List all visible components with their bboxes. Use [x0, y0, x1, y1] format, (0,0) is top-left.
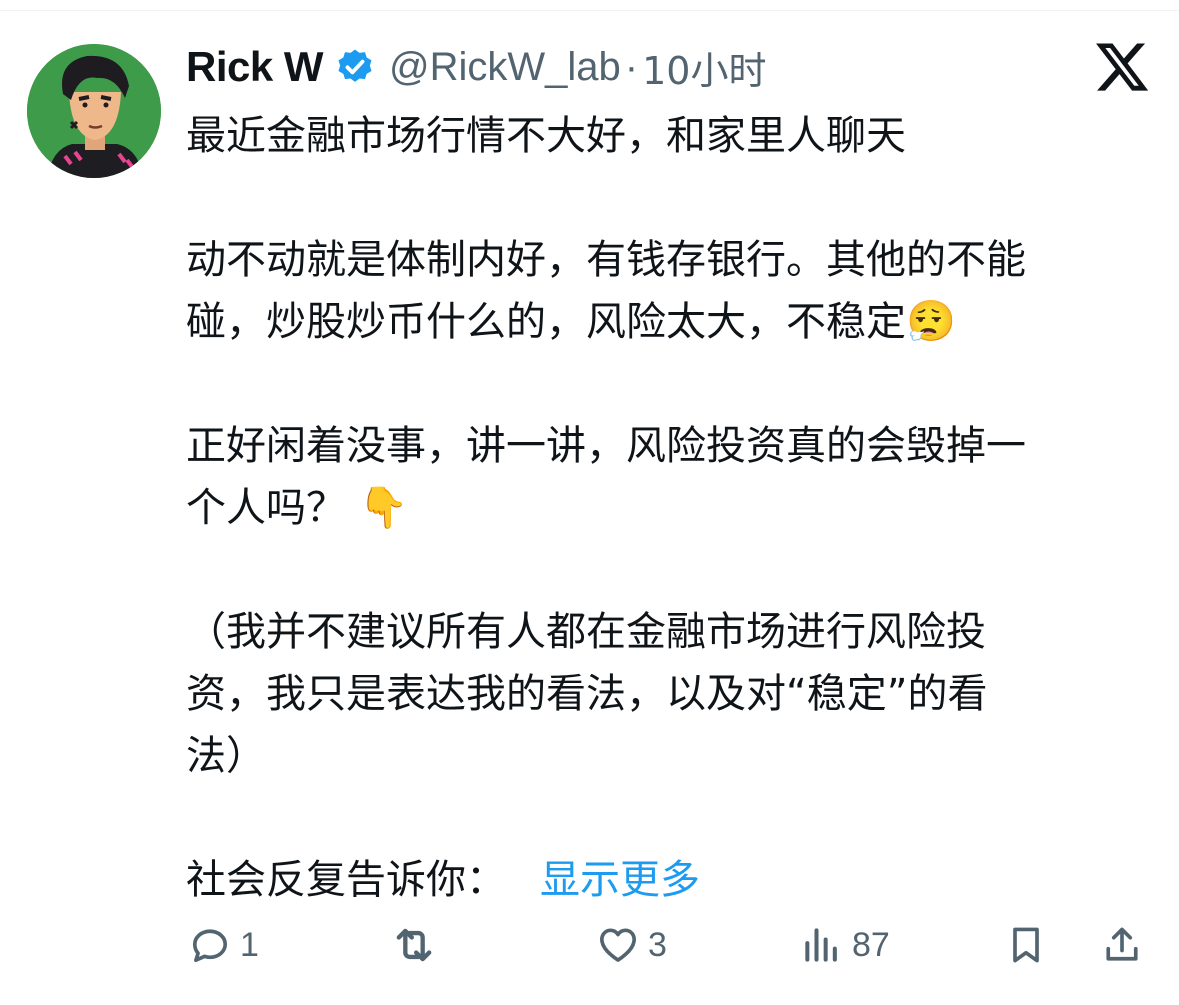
heart-icon — [600, 928, 636, 962]
retweet-button[interactable] — [388, 915, 440, 975]
text-line-last: 社会反复告诉你： 显示更多 — [186, 849, 1146, 911]
views-button[interactable]: 87 — [800, 915, 890, 975]
bookmark-icon — [1013, 927, 1039, 963]
text-line: 碰，炒股炒币什么的，风险太大，不稳定😮‍💨 — [186, 299, 956, 345]
views-icon — [805, 928, 837, 962]
like-button[interactable]: 3 — [596, 915, 667, 975]
share-button[interactable] — [1100, 915, 1144, 975]
text-line: 最近金融市场行情不大好，和家里人聊天 — [186, 113, 906, 159]
tweet-text: 最近金融市场行情不大好，和家里人聊天 动不动就是体制内好，有钱存银行。其他的不能… — [186, 105, 1146, 911]
text-line: 资，我只是表达我的看法，以及对“稳定”的看 — [186, 671, 988, 717]
separator-dot: · — [624, 44, 639, 89]
reply-button[interactable]: 1 — [188, 915, 259, 975]
text-line: 个人吗？ 👇 — [186, 485, 409, 531]
bookmark-button[interactable] — [1004, 915, 1048, 975]
tweet-time[interactable]: 10小时 — [642, 40, 766, 95]
author-name[interactable]: Rick W — [186, 43, 324, 91]
share-icon — [1106, 927, 1138, 961]
tweet-header: Rick W @RickW_lab · 10小时 — [186, 40, 766, 94]
avatar-illustration — [27, 44, 161, 178]
views-count: 87 — [852, 925, 890, 964]
text-line: 动不动就是体制内好，有钱存银行。其他的不能 — [186, 237, 1026, 283]
text-line-content: 社会反复告诉你： — [186, 857, 506, 903]
author-handle[interactable]: @RickW_lab — [389, 45, 621, 90]
reply-icon — [192, 929, 228, 963]
like-count: 3 — [648, 925, 667, 964]
text-line: 正好闲着没事，讲一讲，风险投资真的会毁掉一 — [186, 423, 1026, 469]
text-line: （我并不建议所有人都在金融市场进行风险投 — [186, 609, 986, 655]
text-line: 法） — [186, 733, 266, 779]
x-logo-icon[interactable] — [1093, 38, 1151, 96]
show-more-link[interactable]: 显示更多 — [540, 857, 700, 903]
action-bar: 1 3 87 — [0, 915, 1179, 975]
reply-count: 1 — [240, 925, 259, 964]
top-divider — [0, 0, 1179, 11]
avatar[interactable] — [27, 44, 161, 178]
retweet-icon — [396, 928, 432, 962]
verified-badge-icon — [338, 49, 372, 82]
